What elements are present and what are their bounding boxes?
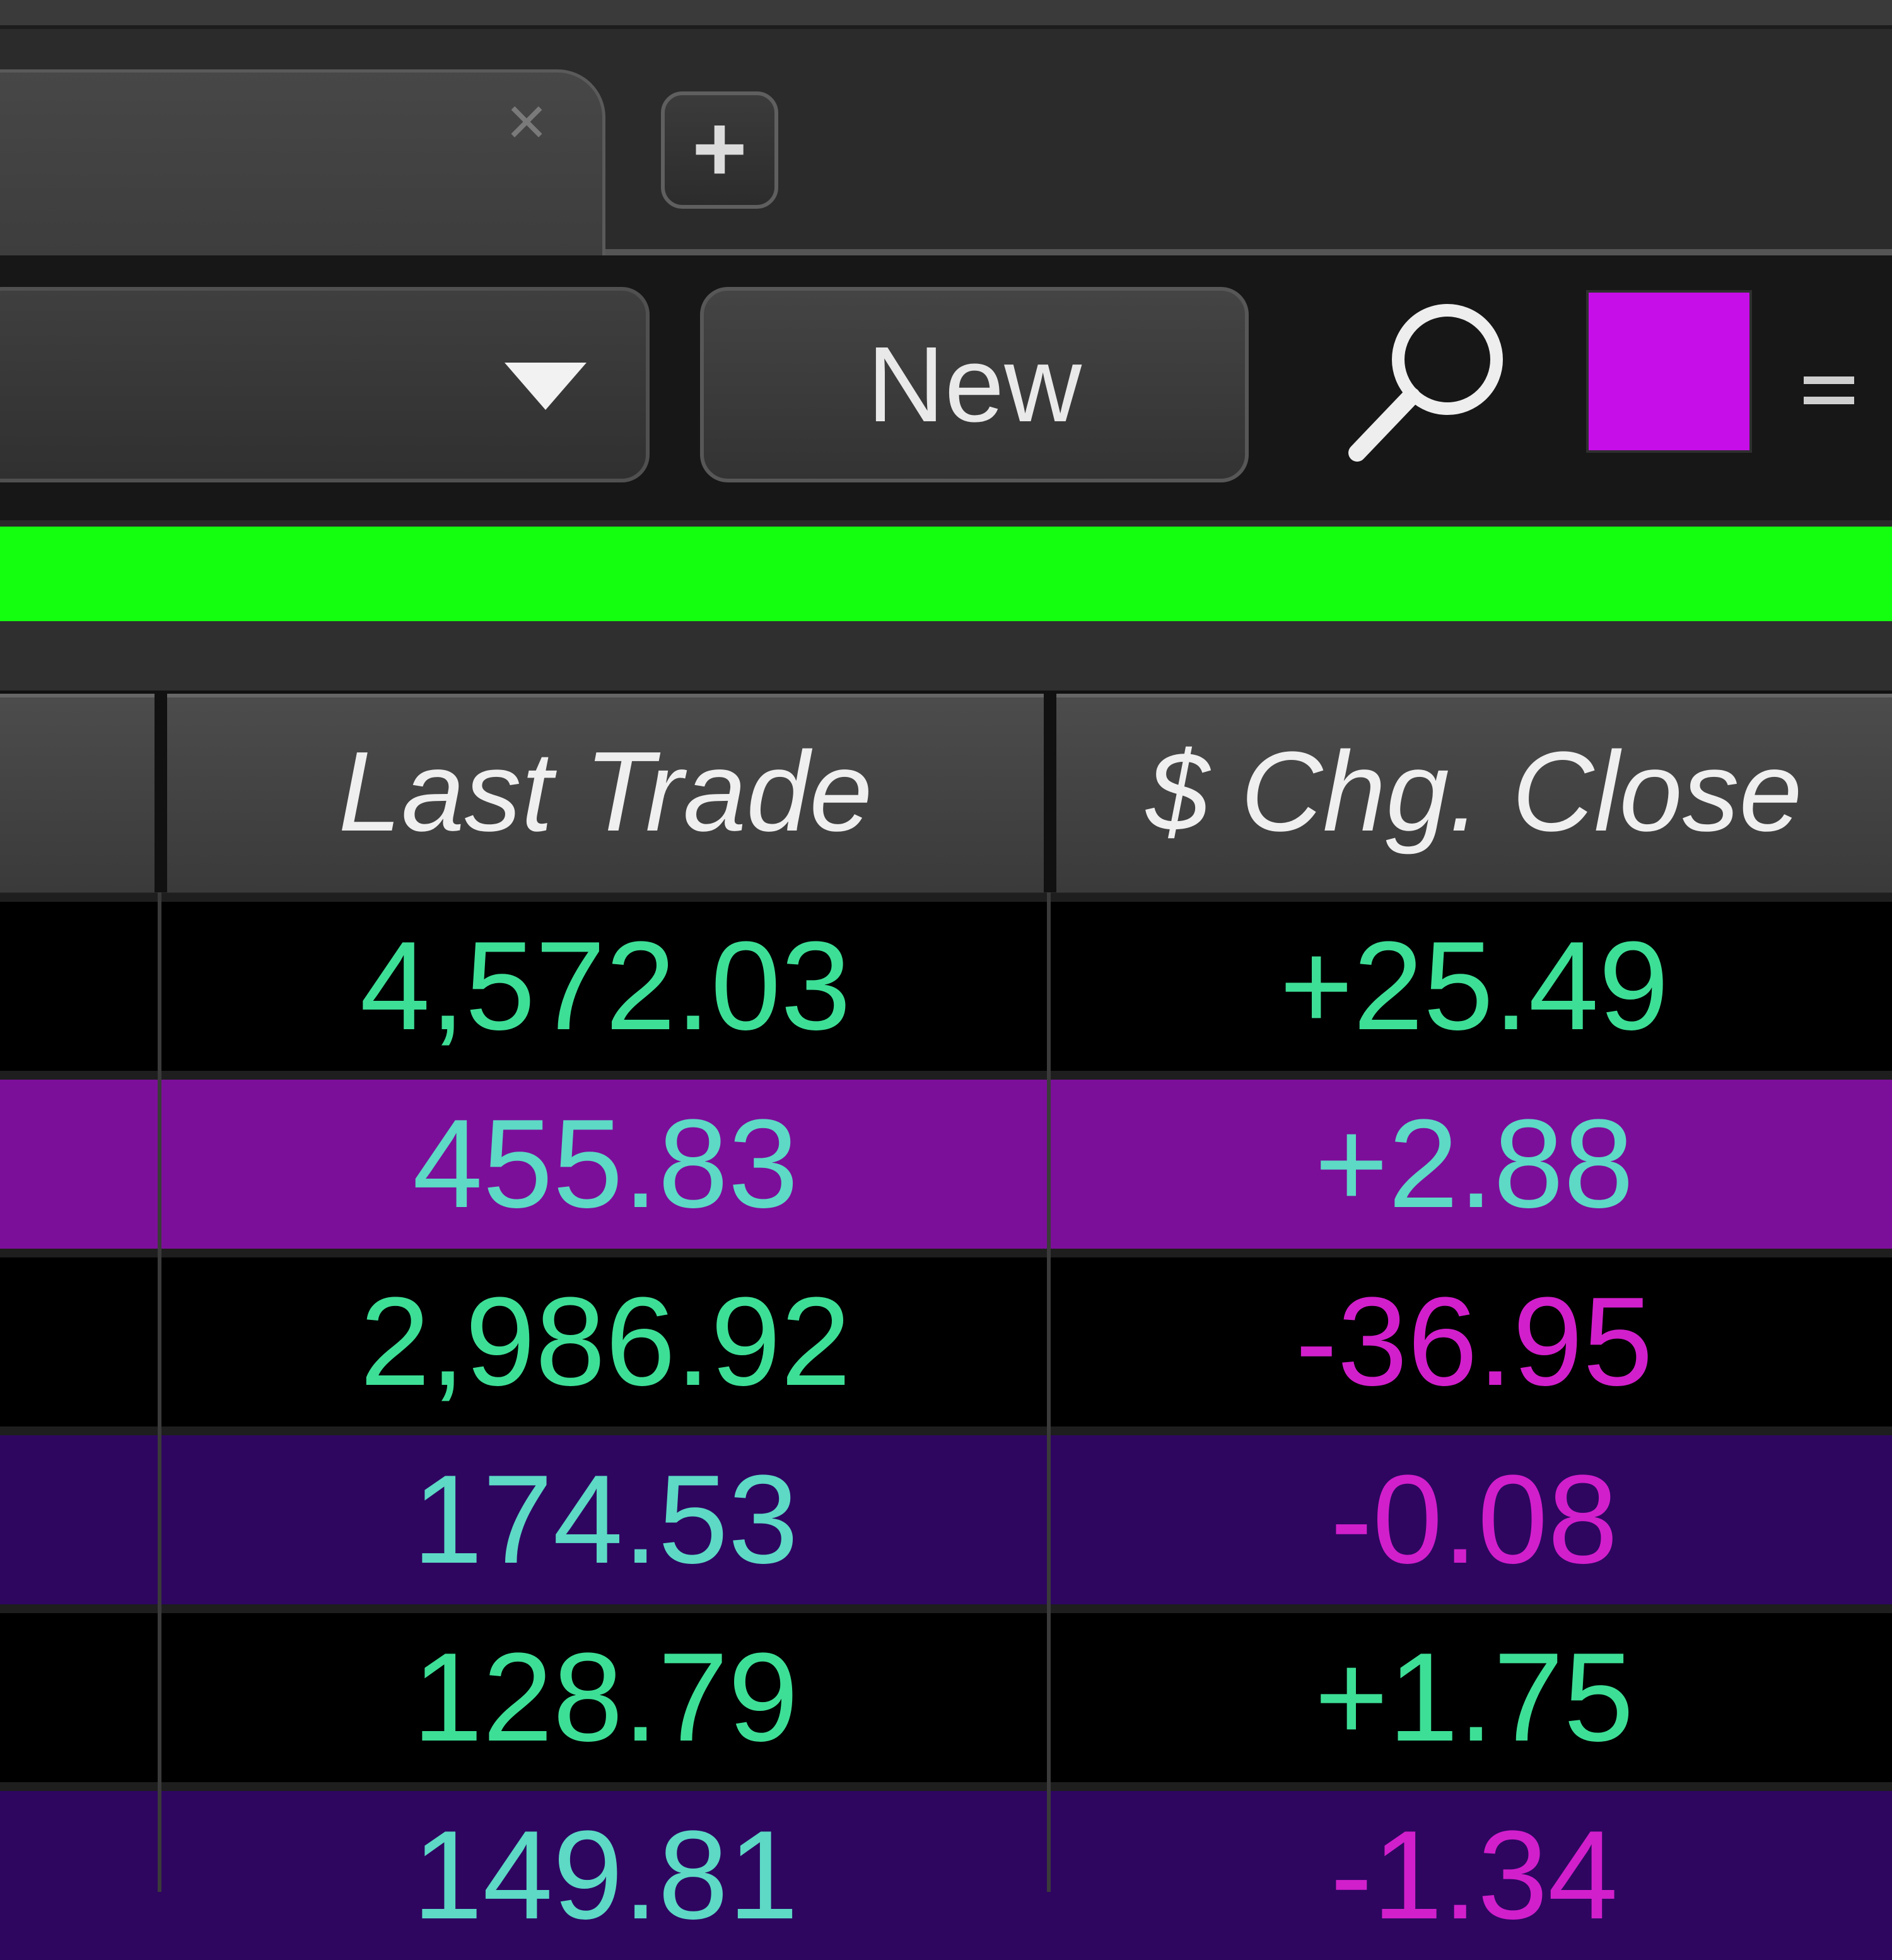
search-icon[interactable] (1337, 296, 1520, 467)
tab-divider (605, 249, 1892, 255)
table-row[interactable]: 2,986.92 -36.95 (0, 1257, 1892, 1426)
change-close-cell: +1.75 (1314, 1627, 1634, 1768)
change-close-cell: +2.88 (1314, 1094, 1634, 1234)
change-close-cell: -0.08 (1330, 1449, 1618, 1590)
last-trade-cell: 4,572.03 (359, 916, 851, 1056)
last-trade-cell: 149.81 (412, 1805, 798, 1945)
close-icon[interactable]: × (498, 87, 555, 156)
column-divider[interactable] (1047, 892, 1051, 1892)
row-divider (0, 1426, 1892, 1435)
change-close-cell: +25.49 (1279, 916, 1669, 1056)
change-close-cell: -36.95 (1295, 1271, 1654, 1412)
column-header-symbol[interactable] (0, 694, 155, 892)
table-row[interactable]: 128.79 +1.75 (0, 1613, 1892, 1782)
column-header-chg-close[interactable]: $ Chg. Close (1056, 694, 1892, 892)
change-close-cell: -1.34 (1330, 1805, 1618, 1945)
last-trade-cell: 455.83 (412, 1094, 798, 1234)
row-divider (0, 1071, 1892, 1080)
row-divider (0, 1782, 1892, 1791)
table-row[interactable]: 455.83 +2.88 (0, 1080, 1892, 1249)
menu-icon[interactable] (1801, 369, 1857, 413)
separator-band (0, 621, 1892, 691)
column-divider[interactable] (158, 892, 161, 1892)
row-divider (0, 1249, 1892, 1257)
table-row[interactable]: 174.53 -0.08 (0, 1435, 1892, 1604)
table-row[interactable]: 4,572.03 +25.49 (0, 902, 1892, 1071)
new-button[interactable]: New (700, 287, 1249, 482)
add-tab-button[interactable]: + (661, 91, 778, 209)
chevron-down-icon[interactable] (498, 353, 593, 416)
last-trade-cell: 174.53 (412, 1449, 798, 1590)
row-divider (0, 893, 1892, 902)
color-swatch[interactable] (1586, 290, 1752, 453)
last-trade-cell: 2,986.92 (359, 1271, 851, 1412)
status-strip (0, 527, 1892, 621)
window-top-edge (0, 0, 1892, 29)
row-divider (0, 1604, 1892, 1613)
last-trade-cell: 128.79 (412, 1627, 798, 1768)
column-header-last-trade[interactable]: Last Trade (167, 694, 1044, 892)
table-row[interactable]: 149.81 -1.34 (0, 1791, 1892, 1960)
